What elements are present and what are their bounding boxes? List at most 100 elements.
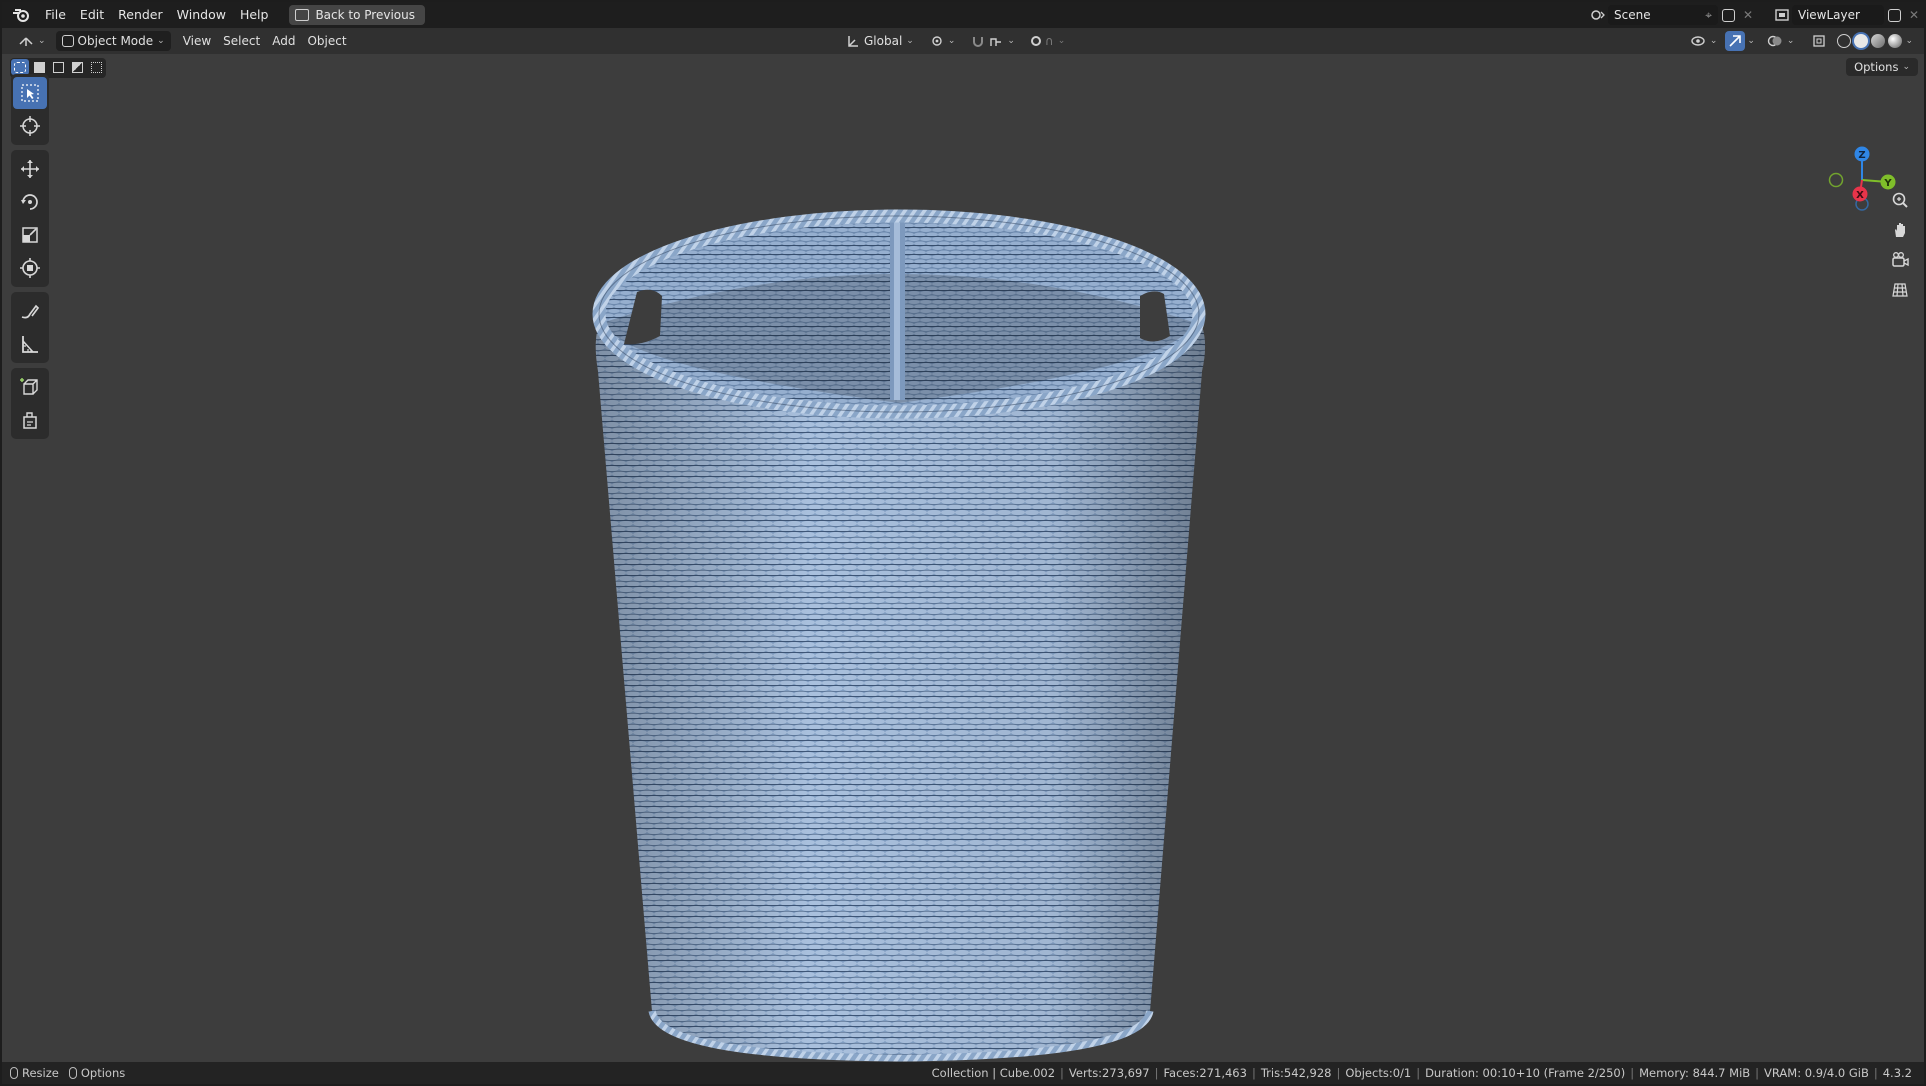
view-layer-browse-icon[interactable] [1772, 5, 1792, 25]
workspace-selectors: Scene ⌖ ✕ ViewLayer ✕ [1588, 2, 1924, 28]
view-layer-name: ViewLayer [1798, 8, 1860, 22]
mouse-right-icon [68, 1067, 77, 1079]
tool-shelf [11, 74, 49, 444]
orientation-icon [848, 36, 858, 47]
zoom-icon[interactable] [1886, 186, 1914, 214]
falloff-icon[interactable]: ∩ [1045, 34, 1054, 48]
options-label: Options [1854, 60, 1899, 74]
perspective-grid-icon[interactable] [1886, 276, 1914, 304]
gizmo-icon [1729, 35, 1742, 47]
pivot-icon [932, 36, 942, 46]
pan-hand-icon[interactable] [1886, 216, 1914, 244]
viewport-display-tools: ⌄ ⌄ ⌄ ⌄ [1684, 31, 1916, 51]
stat-objects: Objects:0/1 [1345, 1066, 1412, 1080]
menu-select[interactable]: Select [217, 31, 266, 51]
add-object-icon[interactable] [13, 404, 47, 436]
object-mode-dropdown[interactable]: Object Mode ⌄ [55, 31, 171, 51]
scene-field[interactable]: Scene ⌖ [1608, 5, 1718, 25]
tool-group-add [11, 368, 49, 439]
status-bar: Resize Options Collection | Cube.002 | Ver… [2, 1062, 1924, 1084]
visibility-dropdown[interactable]: ⌄ [1684, 31, 1724, 51]
select-intersect-icon[interactable] [87, 59, 105, 75]
rotate-icon[interactable] [13, 186, 47, 218]
gizmo-y-label: Y [1883, 178, 1892, 189]
blender-version: 4.3.2 [1882, 1066, 1912, 1080]
stat-faces: Faces:271,463 [1163, 1066, 1247, 1080]
tool-group-select [11, 74, 49, 145]
snap-toggle[interactable]: ⌄ [965, 31, 1021, 51]
object-mode-icon [61, 35, 74, 47]
screen-back-icon [295, 9, 310, 21]
viewport-header: ⌄ Object Mode ⌄ View Select Add Object G… [2, 28, 1924, 54]
scene-browse-icon[interactable] [1588, 5, 1608, 25]
menu-edit[interactable]: Edit [73, 4, 111, 26]
select-box-icon[interactable] [13, 77, 47, 109]
measure-icon[interactable] [13, 328, 47, 360]
rendered-shading-icon[interactable] [1888, 34, 1903, 48]
menu-help[interactable]: Help [233, 4, 276, 26]
proportional-editing-toggle[interactable]: ∩ ⌄ [1025, 31, 1071, 51]
delete-scene-icon[interactable]: ✕ [1738, 5, 1758, 25]
chevron-down-icon: ⌄ [157, 36, 165, 46]
menu-view[interactable]: View [177, 31, 217, 51]
xray-toggle[interactable] [1806, 31, 1832, 51]
select-new-icon[interactable] [11, 59, 29, 75]
select-invert-icon[interactable] [68, 59, 86, 75]
proportional-icon [1030, 36, 1041, 46]
stat-memory: Memory: 844.7 MiB [1639, 1066, 1751, 1080]
3d-viewport[interactable]: Options ⌄ Z Y X [2, 54, 1924, 1064]
menu-window[interactable]: Window [170, 4, 233, 26]
transform-tools: Global ⌄ ⌄ ⌄ ∩ ⌄ [840, 31, 1071, 51]
stat-collection: Collection | Cube.002 [931, 1066, 1056, 1080]
gizmo-dropdown[interactable]: ⌄ [1747, 36, 1755, 46]
mouse-left-icon [10, 1067, 18, 1079]
eye-icon [1691, 36, 1705, 46]
wicker-basket-model[interactable] [542, 196, 1282, 1069]
shading-dropdown[interactable]: ⌄ [1905, 36, 1913, 46]
cursor-icon[interactable] [13, 110, 47, 142]
stat-duration: Duration: 00:10+10 (Frame 2/250) [1425, 1066, 1626, 1080]
stat-vram: VRAM: 0.9/4.0 GiB [1764, 1066, 1869, 1080]
options-dropdown[interactable]: Options ⌄ [1846, 58, 1918, 76]
menu-object[interactable]: Object [301, 31, 352, 51]
back-to-previous-button[interactable]: Back to Previous [289, 5, 425, 25]
scene-statistics: Collection | Cube.002 | Verts:273,697 | Face… [931, 1066, 1912, 1080]
menu-render[interactable]: Render [111, 4, 170, 26]
pin-icon[interactable]: ⌖ [1705, 8, 1712, 23]
pivot-point-dropdown[interactable]: ⌄ [924, 31, 962, 51]
new-scene-icon[interactable] [1718, 5, 1738, 25]
blender-window: File Edit Render Window Help Back to Pre… [2, 2, 1924, 1084]
resize-hint: Resize [10, 1066, 59, 1080]
gizmo-x-label: X [1856, 190, 1864, 201]
select-extend-icon[interactable] [30, 59, 48, 75]
transform-orientation-dropdown[interactable]: Global ⌄ [840, 31, 920, 51]
material-shading-icon[interactable] [1871, 34, 1886, 48]
scene-name: Scene [1614, 8, 1651, 22]
scale-icon[interactable] [13, 219, 47, 251]
gizmo-toggle[interactable] [1725, 31, 1746, 51]
menu-add[interactable]: Add [266, 31, 301, 51]
shading-modes: ⌄ [1834, 31, 1916, 51]
add-cube-icon[interactable] [13, 371, 47, 403]
menu-file[interactable]: File [38, 4, 73, 26]
new-view-layer-icon[interactable] [1884, 5, 1904, 25]
editor-type-button[interactable]: ⌄ [12, 31, 52, 51]
solid-shading-icon[interactable] [1854, 34, 1869, 48]
object-mode-label: Object Mode [77, 34, 154, 48]
select-subtract-icon[interactable] [49, 59, 67, 75]
annotate-icon[interactable] [13, 295, 47, 327]
wireframe-shading-icon[interactable] [1837, 34, 1852, 48]
3d-viewport-icon [19, 37, 33, 46]
magnet-icon [973, 37, 984, 47]
transform-icon[interactable] [13, 252, 47, 284]
stat-verts: Verts:273,697 [1068, 1066, 1150, 1080]
camera-view-icon[interactable] [1886, 246, 1914, 274]
overlays-icon [1767, 35, 1782, 47]
delete-view-layer-icon[interactable]: ✕ [1904, 5, 1924, 25]
view-layer-field[interactable]: ViewLayer [1792, 5, 1884, 25]
overlays-toggle[interactable]: ⌄ [1761, 31, 1801, 51]
snap-increment-icon [990, 38, 1002, 46]
move-icon[interactable] [13, 153, 47, 185]
status-hints: Resize Options [2, 1066, 125, 1080]
blender-logo-icon[interactable] [10, 4, 32, 26]
